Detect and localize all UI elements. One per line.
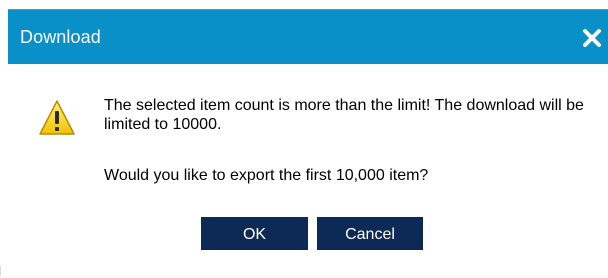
close-icon[interactable] <box>582 28 602 48</box>
divider <box>0 266 1 276</box>
dialog-titlebar[interactable]: Download <box>8 9 608 64</box>
ok-button[interactable]: OK <box>201 217 308 250</box>
dialog-message: The selected item count is more than the… <box>104 96 584 134</box>
dialog-title: Download <box>20 27 101 47</box>
download-dialog: Download The selected item count is more… <box>0 0 608 278</box>
message-text: The selected item count is more than the… <box>104 97 584 133</box>
cancel-button[interactable]: Cancel <box>317 217 423 250</box>
warning-triangle-icon <box>38 99 76 137</box>
dialog-question: Would you like to export the first 10,00… <box>104 167 429 184</box>
